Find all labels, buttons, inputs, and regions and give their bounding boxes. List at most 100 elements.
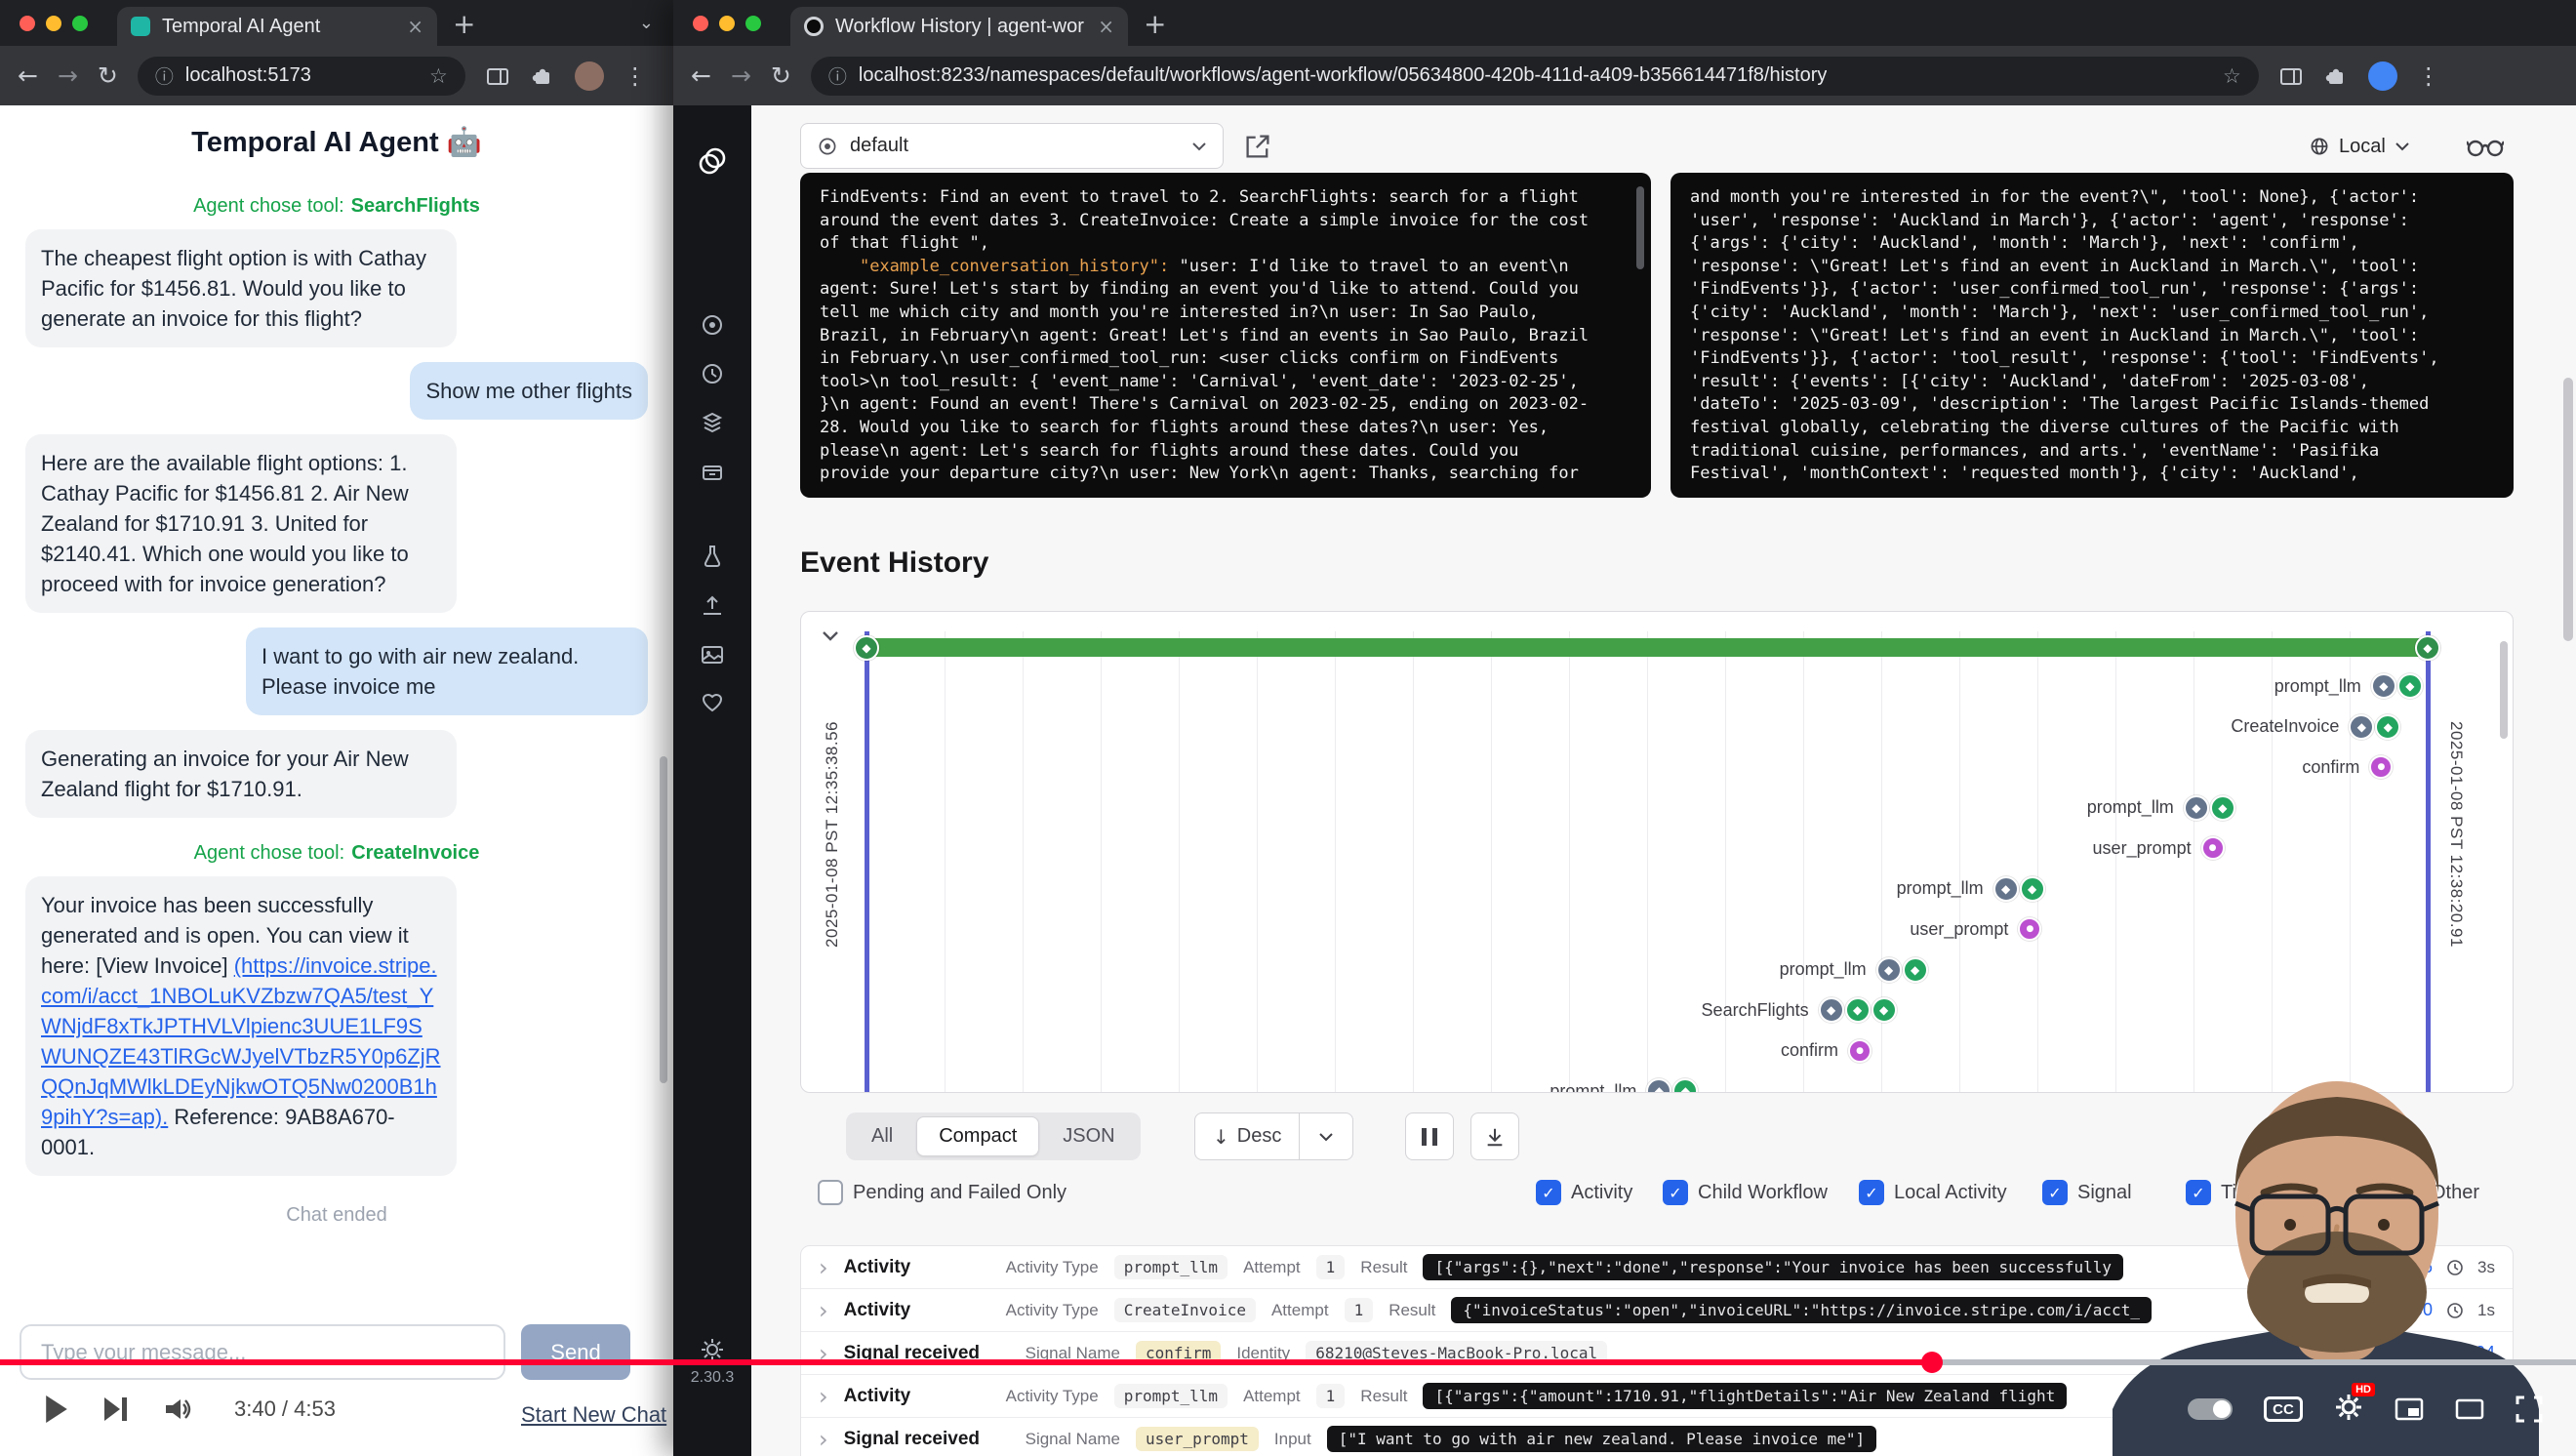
- tab-close-icon[interactable]: ×: [407, 15, 423, 38]
- bookmark-star-icon[interactable]: ☆: [2223, 64, 2241, 88]
- progress-scrubber[interactable]: [1921, 1352, 1943, 1373]
- reload-button[interactable]: ↻: [98, 61, 118, 90]
- timeline-event[interactable]: user_prompt ●: [1910, 915, 2041, 943]
- timeline-scrollbar[interactable]: [2500, 641, 2508, 739]
- timeline-event[interactable]: SearchFlights ◆◆◆: [1702, 996, 1897, 1024]
- timeline-event[interactable]: prompt_llm ◆◆: [2087, 794, 2235, 822]
- invoice-link[interactable]: (https://invoice.stripe.com/i/acct_1NBOL…: [41, 953, 441, 1129]
- panel-scrollbar[interactable]: [1636, 186, 1644, 269]
- collapse-timeline-chevron-icon[interactable]: [819, 624, 842, 647]
- forward-button[interactable]: →: [58, 61, 78, 90]
- tab-close-icon[interactable]: ×: [1098, 15, 1114, 38]
- timeline-event[interactable]: CreateInvoice ◆◆: [2231, 713, 2400, 741]
- timeline-event[interactable]: prompt_llm ◆◆: [1897, 875, 2045, 903]
- timeline-event[interactable]: confirm ●: [2302, 753, 2393, 781]
- sort-order-button[interactable]: ↓Desc: [1194, 1112, 1353, 1160]
- site-info-icon[interactable]: ⓘ: [155, 62, 174, 89]
- next-video-button[interactable]: [103, 1397, 129, 1421]
- side-panel-icon[interactable]: [2278, 63, 2304, 89]
- nav-feedback-icon[interactable]: [700, 642, 725, 667]
- checkbox-checked[interactable]: ✓: [1663, 1180, 1688, 1205]
- tab-compact[interactable]: Compact: [916, 1116, 1039, 1156]
- maximize-window-button[interactable]: [72, 16, 88, 31]
- browser-tab[interactable]: Workflow History | agent-wor ×: [790, 7, 1128, 46]
- macos-window-controls[interactable]: [20, 16, 88, 31]
- bookmark-star-icon[interactable]: ☆: [429, 64, 448, 88]
- browser-menu-icon[interactable]: ⋮: [624, 62, 647, 90]
- close-window-button[interactable]: [693, 16, 708, 31]
- checkbox-checked[interactable]: ✓: [2042, 1180, 2068, 1205]
- workflow-result-panel[interactable]: and month you're interested in for the e…: [1670, 173, 2514, 498]
- pause-updates-button[interactable]: [1405, 1112, 1454, 1160]
- nav-batch-operations-icon[interactable]: [700, 409, 725, 434]
- side-panel-icon[interactable]: [485, 63, 510, 89]
- data-encoder-glasses-icon[interactable]: [2467, 135, 2504, 158]
- back-button[interactable]: ←: [691, 61, 711, 90]
- cluster-select[interactable]: Local: [2309, 132, 2410, 161]
- fullscreen-button[interactable]: [2516, 1395, 2543, 1423]
- minimize-window-button[interactable]: [46, 16, 61, 31]
- settings-button[interactable]: HD: [2334, 1393, 2363, 1427]
- address-bar[interactable]: ⓘ localhost:8233/namespaces/default/work…: [811, 57, 2259, 96]
- tab-search-chevron-icon[interactable]: ⌄: [639, 13, 654, 33]
- checkbox-checked[interactable]: ✓: [1859, 1180, 1884, 1205]
- macos-window-controls[interactable]: [693, 16, 761, 31]
- nav-import-icon[interactable]: [700, 593, 725, 619]
- timeline-event[interactable]: user_prompt ●: [2093, 834, 2225, 862]
- timeline-event[interactable]: prompt_llm ◆◆: [1780, 956, 1928, 984]
- checkbox-unchecked[interactable]: [818, 1180, 843, 1205]
- workflow-input-panel[interactable]: FindEvents: Find an event to travel to 2…: [800, 173, 1651, 498]
- play-button[interactable]: [45, 1395, 68, 1423]
- browser-menu-icon[interactable]: ⋮: [2417, 62, 2440, 90]
- workflow-end-marker[interactable]: ◆: [2415, 635, 2440, 661]
- filter-child-workflow[interactable]: ✓ Child Workflow: [1663, 1180, 1828, 1205]
- forward-button[interactable]: →: [731, 61, 751, 90]
- tab-json[interactable]: JSON: [1041, 1116, 1136, 1156]
- temporal-logo-icon[interactable]: [696, 144, 729, 178]
- reload-button[interactable]: ↻: [771, 61, 791, 90]
- volume-button[interactable]: [164, 1397, 193, 1421]
- miniplayer-button[interactable]: [2395, 1396, 2424, 1422]
- chat-scrollbar[interactable]: [660, 756, 667, 1083]
- tab-all[interactable]: All: [850, 1116, 914, 1156]
- autoplay-toggle[interactable]: [2188, 1398, 2233, 1420]
- video-progress-bar[interactable]: [0, 1359, 2576, 1365]
- workflow-start-marker[interactable]: ◆: [854, 635, 879, 661]
- page-scrollbar[interactable]: [2563, 378, 2573, 641]
- nav-workflows-icon[interactable]: [700, 312, 725, 338]
- pending-failed-filter[interactable]: Pending and Failed Only: [818, 1180, 1067, 1205]
- close-window-button[interactable]: [20, 16, 35, 31]
- extensions-puzzle-icon[interactable]: [2323, 63, 2349, 89]
- nav-archival-icon[interactable]: [700, 459, 725, 484]
- address-bar[interactable]: ⓘ localhost:5173 ☆: [138, 57, 465, 96]
- download-history-button[interactable]: [1470, 1112, 1519, 1160]
- expand-chevron-icon[interactable]: ›: [819, 1256, 828, 1279]
- browser-tab[interactable]: Temporal AI Agent ×: [117, 7, 437, 46]
- site-info-icon[interactable]: ⓘ: [828, 62, 847, 89]
- nav-labs-icon[interactable]: [700, 544, 725, 569]
- captions-button[interactable]: CC: [2264, 1396, 2303, 1422]
- profile-avatar[interactable]: [2368, 61, 2397, 91]
- filter-activity[interactable]: ✓ Activity: [1536, 1180, 1632, 1205]
- timeline-event[interactable]: prompt_llm ◆◆: [2274, 672, 2423, 700]
- new-tab-button[interactable]: +: [1144, 8, 1166, 40]
- theater-mode-button[interactable]: [2455, 1396, 2484, 1422]
- checkbox-checked[interactable]: ✓: [1536, 1180, 1561, 1205]
- extensions-puzzle-icon[interactable]: [530, 63, 555, 89]
- expand-chevron-icon[interactable]: ›: [819, 1299, 828, 1322]
- send-button[interactable]: Send: [521, 1324, 630, 1380]
- sort-order-chevron-icon[interactable]: [1299, 1113, 1352, 1159]
- timeline-event[interactable]: prompt_llm ◆◆: [1550, 1077, 1698, 1093]
- nav-support-icon[interactable]: [700, 690, 725, 715]
- open-in-new-icon[interactable]: [1243, 132, 1272, 161]
- nav-schedules-icon[interactable]: [700, 361, 725, 386]
- filter-local-activity[interactable]: ✓ Local Activity: [1859, 1180, 2007, 1205]
- message-input[interactable]: [20, 1324, 505, 1380]
- minimize-window-button[interactable]: [719, 16, 735, 31]
- namespace-select[interactable]: default: [800, 123, 1224, 169]
- timeline-event[interactable]: confirm ●: [1781, 1037, 1872, 1065]
- new-tab-button[interactable]: +: [453, 8, 475, 40]
- profile-avatar[interactable]: [575, 61, 604, 91]
- workflow-duration-bar[interactable]: [866, 638, 2428, 657]
- maximize-window-button[interactable]: [745, 16, 761, 31]
